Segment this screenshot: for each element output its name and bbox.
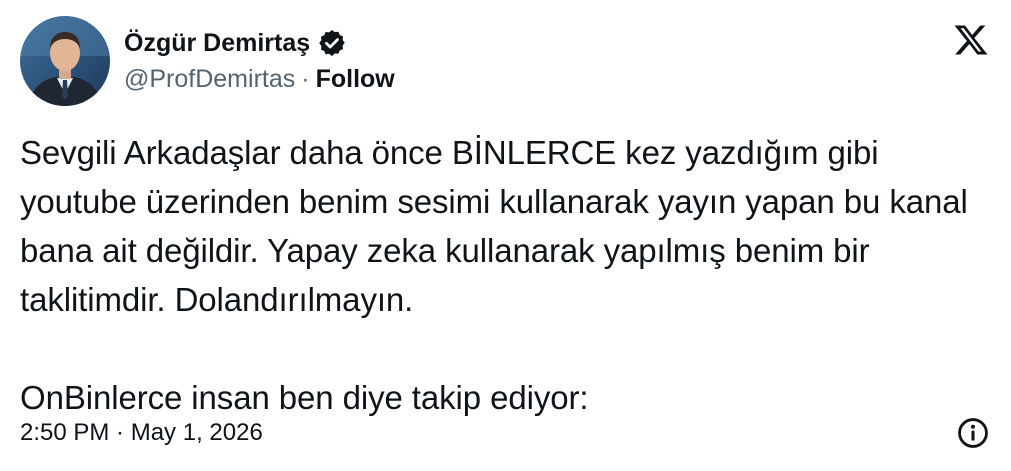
follow-button[interactable]: Follow <box>316 63 395 95</box>
author-identity: Özgür Demirtaş @ProfDemirtas · Follow <box>124 27 395 95</box>
avatar-image <box>20 16 110 106</box>
x-logo-icon[interactable] <box>953 22 989 58</box>
name-row: Özgür Demirtaş <box>124 27 395 59</box>
tweet-header: Özgür Demirtaş @ProfDemirtas · Follow <box>20 15 395 107</box>
info-icon[interactable] <box>956 416 990 450</box>
tweet-footer: 2:50 PM · May 1, 2026 <box>20 413 990 453</box>
timestamp[interactable]: 2:50 PM · May 1, 2026 <box>20 419 263 447</box>
author-name[interactable]: Özgür Demirtaş <box>124 27 310 59</box>
author-handle[interactable]: @ProfDemirtas <box>124 63 295 95</box>
separator-dot: · <box>301 65 310 93</box>
handle-row: @ProfDemirtas · Follow <box>124 63 395 95</box>
verified-badge-icon <box>317 28 347 58</box>
tweet-card: Özgür Demirtaş @ProfDemirtas · Follow Se… <box>0 0 1011 471</box>
tweet-text: Sevgili Arkadaşlar daha önce BİNLERCE ke… <box>20 128 990 422</box>
tweet-paragraph-1: Sevgili Arkadaşlar daha önce BİNLERCE ke… <box>20 134 968 318</box>
avatar[interactable] <box>20 16 110 106</box>
